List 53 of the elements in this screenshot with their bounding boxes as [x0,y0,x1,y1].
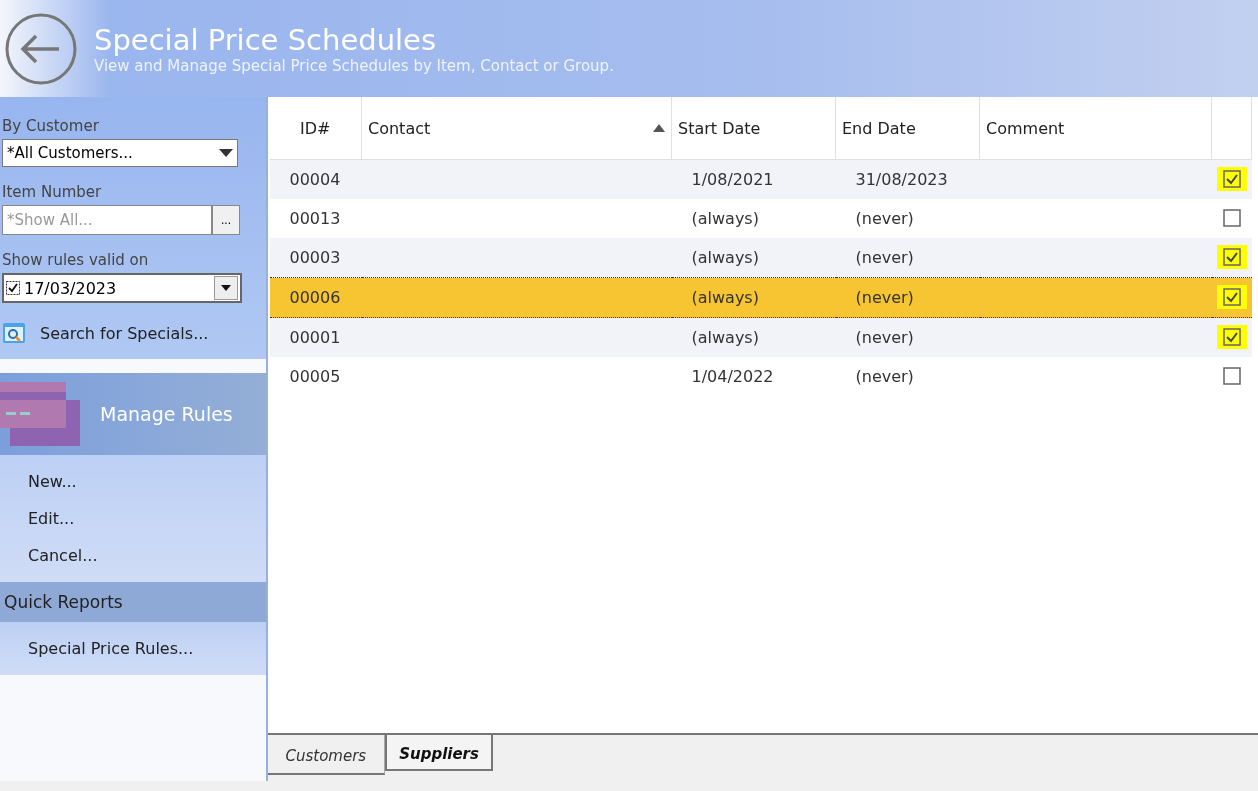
dropdown-button[interactable] [214,276,238,300]
table-cell: (always) [671,277,836,318]
table-cell: 00003 [269,238,362,278]
menu-link[interactable]: Cancel... [0,537,266,574]
table-cell: 00013 [269,199,362,238]
search-icon [2,321,26,345]
section-title: Manage Rules [100,403,233,425]
checkbox[interactable] [1222,328,1241,346]
column-header[interactable]: Start Date [671,97,836,160]
column-header[interactable]: Comment [979,97,1212,160]
caret-icon [219,149,233,157]
checkbox[interactable] [1222,248,1241,266]
table-cell: 1/08/2021 [671,159,836,199]
page-title: Special Price Schedules [94,22,438,57]
menu-link[interactable]: Edit... [0,500,266,537]
table-cell: 31/08/2023 [835,159,980,199]
column-header[interactable]: ID# [269,97,362,160]
field-label: By Customer [2,117,100,135]
table-cell: (never) [835,357,980,396]
table-cell: (never) [835,317,980,357]
tab[interactable]: Suppliers [385,735,493,771]
browse-button[interactable]: ... [212,205,240,235]
table-cell: (always) [671,238,836,278]
table-cell: (never) [835,277,980,318]
table-cell: 1/04/2022 [671,357,836,396]
table-cell: (never) [835,199,980,238]
page-subtitle: View and Manage Special Price Schedules by Item, Contact or Group. [94,56,614,75]
column-header[interactable]: End Date [835,97,980,160]
table-cell: 00004 [269,159,362,199]
checkbox[interactable] [1222,288,1241,306]
field-label: Show rules valid on [2,251,150,269]
item-number-field[interactable]: *Show All... [2,205,212,235]
tab[interactable]: Customers [267,735,386,775]
field-label: Item Number [2,183,103,201]
checkbox[interactable] [1222,170,1241,188]
column-header[interactable]: Contact [361,97,672,160]
date-picker[interactable]: 17/03/2023 [2,273,242,303]
checkbox[interactable] [6,281,20,295]
checkbox[interactable] [1222,209,1241,227]
table-cell: (always) [671,199,836,238]
caret-icon [221,285,231,291]
cards-icon [0,380,80,448]
table-cell: (always) [671,317,836,357]
table-cell: 00001 [269,317,362,357]
customer-dropdown[interactable]: *All Customers... [2,139,238,167]
table-cell: (never) [835,238,980,278]
table-cell: 00006 [269,277,362,318]
sort-ascending-icon [653,124,665,132]
menu-link[interactable]: New... [0,463,266,500]
search-link[interactable]: Search for Specials... [2,321,266,345]
table-cell: 00005 [269,357,362,396]
checkbox[interactable] [1222,367,1241,385]
section-header: Quick Reports [0,582,266,622]
